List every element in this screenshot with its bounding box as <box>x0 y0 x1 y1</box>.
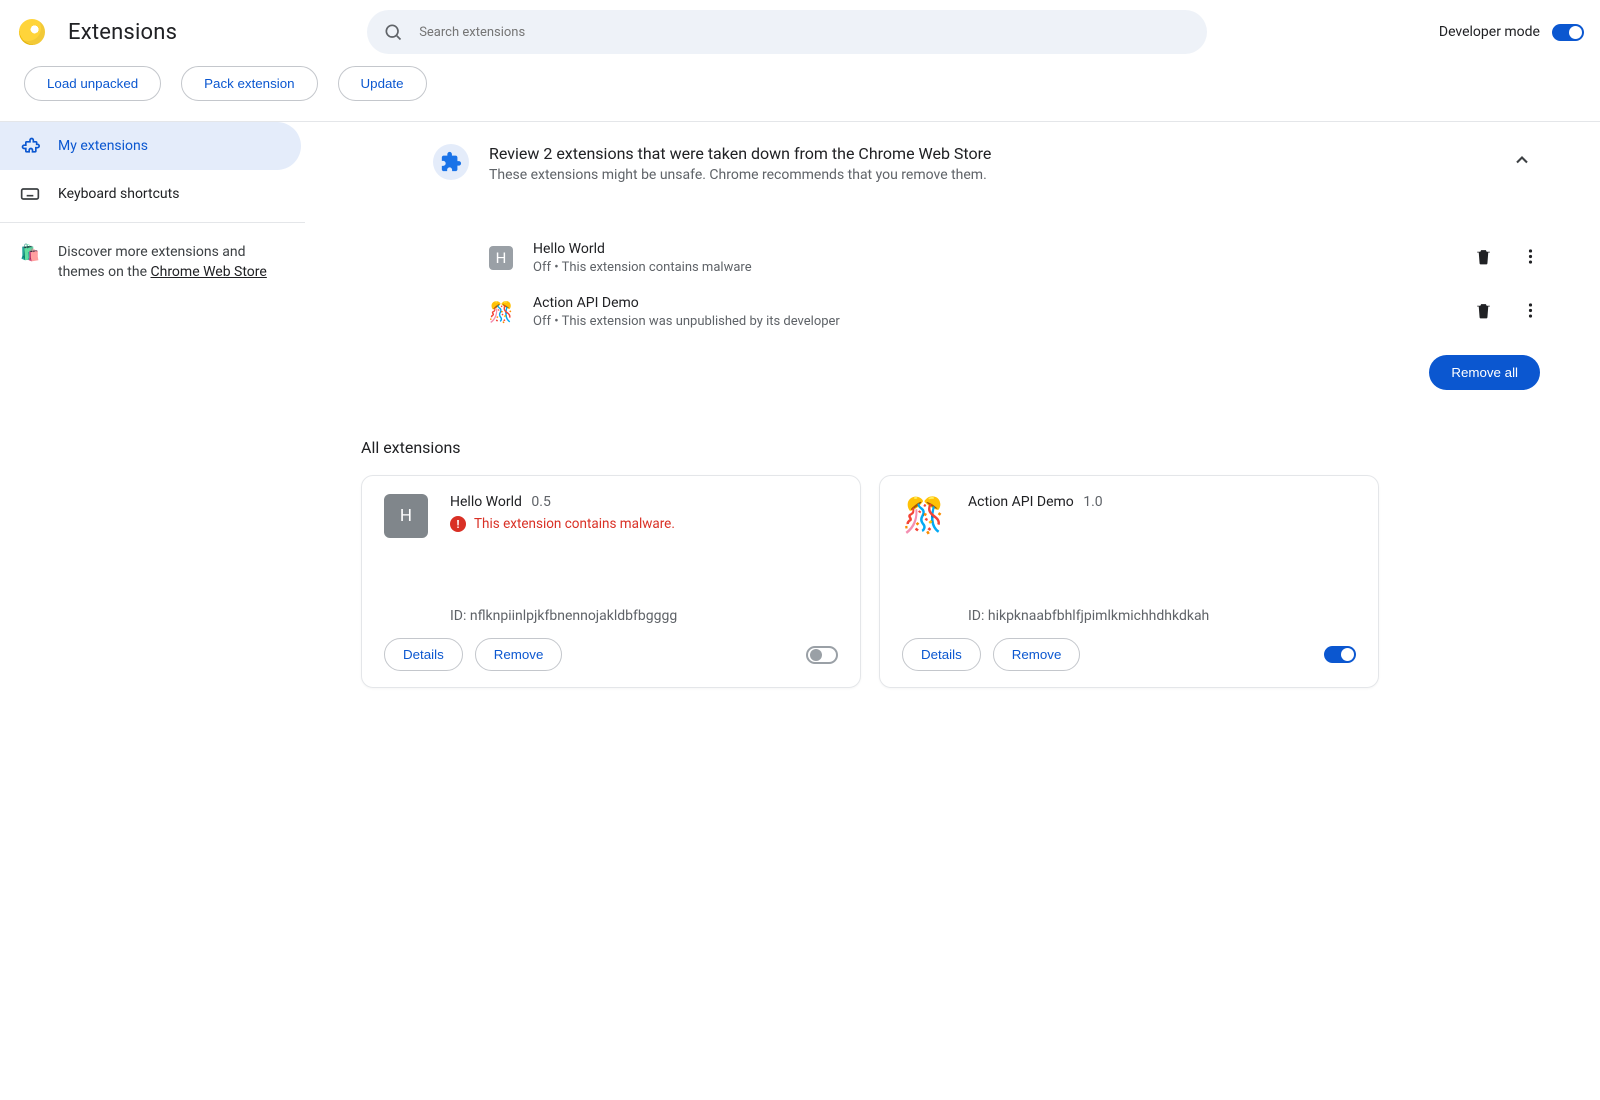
pack-extension-button[interactable]: Pack extension <box>181 66 317 101</box>
keyboard-icon <box>20 184 40 204</box>
page-title: Extensions <box>68 20 177 45</box>
extension-card-version: 1.0 <box>1083 494 1102 510</box>
puzzle-icon <box>433 144 469 180</box>
extension-meta: Off • This extension contains malware <box>533 260 1454 275</box>
extension-card-grid: H Hello World 0.5 ! This extension conta… <box>361 475 1540 688</box>
sidebar-item-label: My extensions <box>58 138 148 154</box>
remove-all-button[interactable]: Remove all <box>1429 355 1540 390</box>
main-content: Review 2 extensions that were taken down… <box>305 122 1600 728</box>
search-field[interactable] <box>367 10 1207 54</box>
chrome-web-store-link[interactable]: Chrome Web Store <box>151 264 267 280</box>
extension-name: Hello World <box>533 241 1454 257</box>
extension-card-name: Action API Demo <box>968 494 1074 510</box>
sidebar-item-label: Keyboard shortcuts <box>58 186 179 202</box>
details-button[interactable]: Details <box>384 638 463 671</box>
sidebar: My extensions Keyboard shortcuts 🛍️ Disc… <box>0 122 305 728</box>
extension-icon <box>20 136 40 156</box>
chrome-web-store-icon: 🛍️ <box>20 243 40 263</box>
more-menu-button[interactable] <box>1521 301 1540 324</box>
developer-mode-label: Developer mode <box>1439 24 1540 40</box>
search-icon <box>383 22 403 42</box>
extension-name: Action API Demo <box>533 295 1454 311</box>
remove-button[interactable]: Remove <box>993 638 1081 671</box>
safety-review-subtitle: These extensions might be unsafe. Chrome… <box>489 167 1484 183</box>
extension-warning-text: This extension contains malware. <box>474 516 675 532</box>
search-input[interactable] <box>417 24 1191 41</box>
collapse-review-button[interactable] <box>1504 144 1540 174</box>
update-button[interactable]: Update <box>338 66 427 101</box>
browser-logo <box>16 16 48 48</box>
review-row: H Hello World Off • This extension conta… <box>489 231 1540 285</box>
extension-enable-toggle[interactable] <box>1324 646 1356 663</box>
extension-card-name: Hello World <box>450 494 522 510</box>
more-menu-button[interactable] <box>1521 247 1540 270</box>
extension-card-icon: 🎊 <box>902 494 946 538</box>
warning-icon: ! <box>450 516 466 532</box>
safety-review-title: Review 2 extensions that were taken down… <box>489 144 1484 163</box>
extension-card-title: Hello World 0.5 <box>450 494 675 510</box>
extension-meta: Off • This extension was unpublished by … <box>533 314 1454 329</box>
extension-enable-toggle[interactable] <box>806 646 838 664</box>
details-button[interactable]: Details <box>902 638 981 671</box>
sidebar-item-keyboard-shortcuts[interactable]: Keyboard shortcuts <box>0 170 305 218</box>
delete-button[interactable] <box>1474 301 1493 324</box>
extension-warning: ! This extension contains malware. <box>450 516 675 532</box>
load-unpacked-button[interactable]: Load unpacked <box>24 66 161 101</box>
top-bar: Extensions Developer mode <box>0 0 1600 64</box>
extension-icon-hello-world: H <box>489 246 513 270</box>
chevron-up-icon <box>1512 150 1532 170</box>
developer-toolbar: Load unpacked Pack extension Update <box>0 64 1600 122</box>
search-wrap <box>367 10 1207 54</box>
more-vert-icon <box>1521 247 1540 266</box>
all-extensions-heading: All extensions <box>361 438 1540 457</box>
extension-card-icon: H <box>384 494 428 538</box>
extension-id: ID: hikpknaabfbhlfjpimlkmichhdhkdkah <box>968 608 1356 624</box>
chrome-web-store-promo: 🛍️ Discover more extensions and themes o… <box>0 223 305 282</box>
developer-mode: Developer mode <box>1439 24 1584 41</box>
more-vert-icon <box>1521 301 1540 320</box>
review-row: 🎊 Action API Demo Off • This extension w… <box>489 285 1540 339</box>
extension-card-version: 0.5 <box>531 494 550 510</box>
safety-review-list: H Hello World Off • This extension conta… <box>489 231 1540 339</box>
extension-id: ID: nflknpiinlpjkfbnennojakldbfbgggg <box>450 608 838 624</box>
delete-button[interactable] <box>1474 247 1493 270</box>
extension-card: 🎊 Action API Demo 1.0 ID: hikpknaabfbhlf… <box>879 475 1379 688</box>
sidebar-item-my-extensions[interactable]: My extensions <box>0 122 301 170</box>
extension-icon-action-api-demo: 🎊 <box>489 300 513 324</box>
trash-icon <box>1474 301 1493 320</box>
extension-card: H Hello World 0.5 ! This extension conta… <box>361 475 861 688</box>
developer-mode-toggle[interactable] <box>1552 24 1584 41</box>
safety-review-panel: Review 2 extensions that were taken down… <box>433 144 1540 183</box>
trash-icon <box>1474 247 1493 266</box>
remove-button[interactable]: Remove <box>475 638 563 671</box>
extension-card-title: Action API Demo 1.0 <box>968 494 1103 510</box>
